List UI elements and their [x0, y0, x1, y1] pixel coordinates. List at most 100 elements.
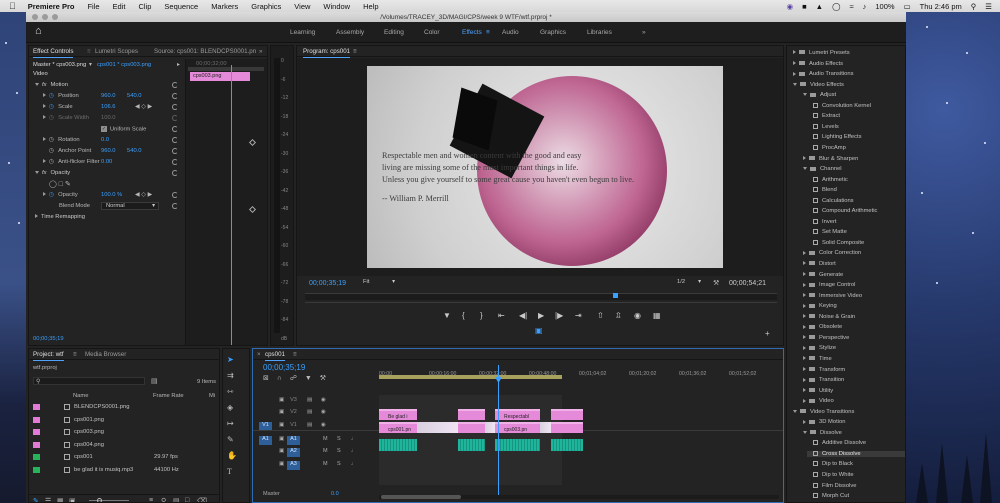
tab-sequence[interactable]: cps001 [265, 351, 285, 361]
reset-icon[interactable] [172, 159, 178, 165]
effect-item[interactable]: Solid Composite [813, 239, 864, 246]
menu-sequence[interactable]: Sequence [164, 2, 198, 11]
expand-icon[interactable] [43, 192, 46, 197]
mute-icon[interactable]: M [323, 436, 328, 442]
project-col-name[interactable]: Name [73, 393, 88, 399]
expand-icon[interactable] [43, 104, 46, 109]
source-patch-audio[interactable]: A1 [259, 436, 272, 445]
menu-file[interactable]: File [87, 2, 99, 11]
label-color-swatch[interactable] [33, 404, 40, 410]
effect-item[interactable]: Cross Dissolve [807, 450, 905, 457]
mini-clip[interactable]: cps003.png [190, 72, 250, 81]
master-clip-label[interactable]: Master * cps003.png [33, 62, 86, 68]
blend-mode-dropdown[interactable]: Normal ▾ [101, 202, 159, 210]
audio-clip[interactable] [379, 439, 417, 451]
keyframe-nav-icon[interactable] [248, 138, 257, 147]
effect-controls-mini-timeline[interactable]: 00;00;32;00 cps003.png [185, 59, 267, 345]
expand-icon[interactable] [803, 430, 807, 434]
microphone-icon[interactable]: ♩ [351, 436, 357, 442]
resolution-dropdown[interactable]: 1/2 ▾ [677, 279, 701, 287]
effect-item[interactable]: Channel [803, 166, 842, 172]
reset-icon[interactable] [172, 170, 178, 176]
keyframe-nav-icon[interactable] [248, 205, 257, 214]
pencil-icon[interactable]: ✎ [33, 497, 39, 502]
menu-list-icon[interactable]: ☰ [985, 2, 992, 11]
lock-track-icon[interactable]: ▣ [279, 436, 284, 442]
opacity-section-row[interactable]: fx Opacity [35, 170, 70, 176]
icon-view-icon[interactable]: ▦ [57, 497, 64, 502]
opacity-value[interactable]: 100.0 % [101, 192, 122, 198]
track-select-tool-icon[interactable]: ⇉ [227, 371, 234, 380]
add-marker-icon[interactable]: ▼ [443, 311, 451, 320]
step-forward-icon[interactable]: |▶ [555, 311, 563, 320]
expand-icon[interactable] [35, 170, 39, 174]
new-item-icon[interactable]: □ [185, 497, 189, 502]
reset-icon[interactable] [172, 203, 178, 209]
battery-icon[interactable]: ▭ [904, 2, 911, 11]
effect-item[interactable]: Video Transitions [793, 409, 854, 415]
v1-clip[interactable] [551, 422, 583, 433]
tab-effect-controls[interactable]: Effect Controls [33, 48, 74, 58]
track-name[interactable]: A1 [287, 435, 300, 445]
effect-item[interactable]: Adjust [803, 92, 836, 98]
project-item[interactable]: cps001.png [33, 416, 154, 424]
mute-icon[interactable]: M [323, 448, 328, 454]
expand-icon[interactable] [803, 419, 806, 424]
menu-window[interactable]: Window [323, 2, 350, 11]
expand-icon[interactable] [803, 261, 806, 266]
transition-clip[interactable] [540, 422, 551, 433]
v2-clip[interactable] [458, 409, 485, 420]
effect-item[interactable]: Distort [803, 261, 836, 267]
audio-clip[interactable] [551, 439, 583, 451]
track-header[interactable]: ▣ A3 M S ♩ [253, 460, 375, 473]
expand-icon[interactable] [43, 137, 46, 142]
audio-clip[interactable] [495, 439, 540, 451]
panel-menu-icon[interactable]: ≡ [87, 48, 91, 55]
effect-item[interactable]: Immersive Video [803, 293, 862, 299]
antiflicker-value[interactable]: 0.00 [101, 159, 112, 165]
scale-value[interactable]: 106.6 [101, 104, 116, 110]
menu-edit[interactable]: Edit [113, 2, 126, 11]
ripple-edit-tool-icon[interactable]: ⇿ [227, 387, 234, 396]
microphone-icon[interactable]: ♩ [351, 461, 357, 467]
menu-help[interactable]: Help [363, 2, 378, 11]
menu-view[interactable]: View [294, 2, 310, 11]
effect-item[interactable]: Color Correction [803, 250, 861, 256]
effect-item[interactable]: Lighting Effects [813, 134, 862, 140]
step-back-icon[interactable]: ◀| [519, 311, 527, 320]
linked-selection-icon[interactable]: ☍ [290, 375, 297, 382]
effect-item[interactable]: Arithmetic [813, 176, 848, 183]
wrench-icon[interactable]: ⚒ [713, 279, 719, 287]
uniform-scale-checkbox[interactable]: ✓ [101, 126, 107, 132]
project-item[interactable]: be glad it is musiq.mp3 44100 Hz [33, 466, 179, 474]
go-to-out-icon[interactable]: ⇥ [575, 311, 582, 320]
button-editor-icon[interactable]: + [765, 329, 770, 338]
work-area-bar[interactable] [379, 375, 562, 379]
workspace-assembly[interactable]: Assembly [336, 29, 364, 36]
effect-item[interactable]: Audio Transitions [793, 71, 853, 77]
expand-icon[interactable] [803, 93, 807, 97]
effect-item[interactable]: Convolution Kernel [813, 102, 871, 109]
solo-icon[interactable]: S [337, 461, 341, 467]
effect-item[interactable]: ProcAmp [813, 144, 846, 151]
panel-menu-icon[interactable]: ≡ [293, 351, 297, 358]
zoom-slider[interactable] [89, 500, 129, 501]
nest-icon[interactable]: ⊠ [263, 375, 269, 382]
panel-menu-icon[interactable]: ≡ [353, 48, 357, 55]
close-window-button[interactable] [32, 14, 38, 20]
extract-icon[interactable]: ⇫ [615, 311, 622, 320]
search-icon[interactable]: ⚲ [971, 2, 977, 11]
effect-item[interactable]: Additive Dissolve [813, 440, 866, 446]
panel-overflow-icon[interactable]: » [259, 48, 262, 55]
label-color-swatch[interactable] [33, 441, 40, 448]
eye-icon[interactable]: ◉ [321, 397, 326, 403]
expand-icon[interactable] [803, 167, 807, 171]
sort-icon[interactable]: ≡ [149, 497, 153, 502]
label-color-swatch[interactable] [33, 429, 40, 435]
timeline-settings-icon[interactable]: ⚒ [320, 375, 326, 382]
effect-item[interactable]: Transition [803, 377, 844, 383]
snap-icon[interactable]: ∩ [277, 375, 282, 382]
effect-item[interactable]: Stylize [803, 345, 836, 351]
menubar-clock[interactable]: Thu 2:46 pm [920, 2, 962, 11]
minimize-window-button[interactable] [42, 14, 48, 20]
